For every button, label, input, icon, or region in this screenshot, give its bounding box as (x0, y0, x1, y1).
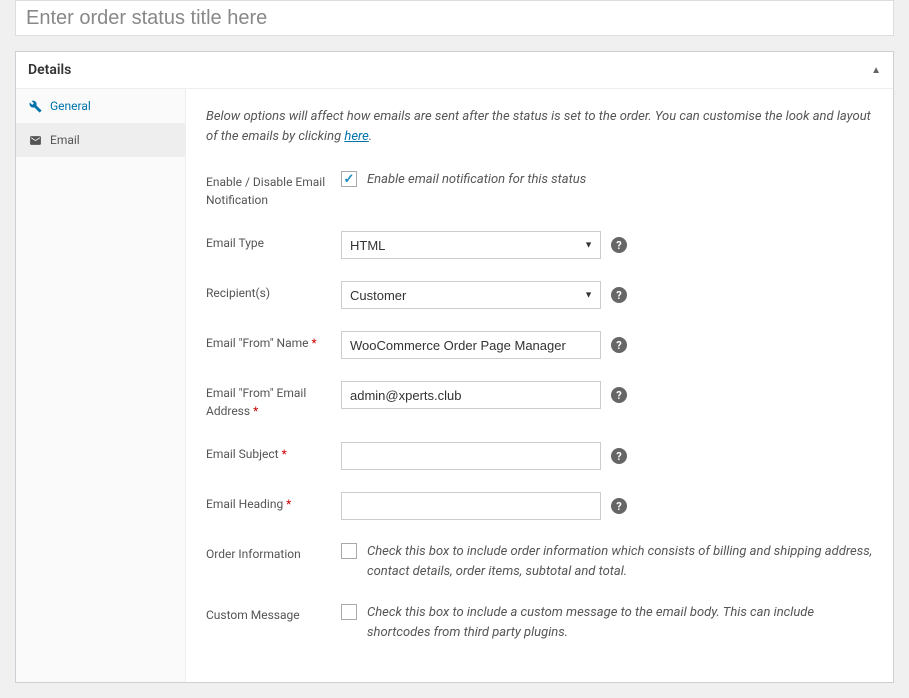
help-icon[interactable]: ? (611, 237, 627, 253)
field-label: Recipient(s) (206, 281, 331, 302)
sidebar-item-email[interactable]: Email (16, 123, 185, 157)
field-label: Email Type (206, 231, 331, 252)
enable-notification-checkbox[interactable] (341, 171, 357, 187)
checkbox-label: Enable email notification for this statu… (367, 170, 586, 190)
email-type-select[interactable]: HTML (341, 231, 601, 259)
customize-link[interactable]: here (344, 129, 368, 144)
required-marker: * (286, 497, 291, 511)
collapse-toggle-icon[interactable]: ▲ (871, 65, 881, 76)
field-from-name: Email "From" Name * ? (206, 331, 873, 359)
recipients-select[interactable]: Customer (341, 281, 601, 309)
checkbox-label: Check this box to include order informat… (367, 542, 873, 581)
help-icon[interactable]: ? (611, 337, 627, 353)
sidebar-item-label: Email (50, 133, 80, 147)
required-marker: * (253, 404, 258, 418)
panel-title: Details (28, 62, 71, 78)
field-custom-message: Custom Message Check this box to include… (206, 603, 873, 642)
custom-message-checkbox[interactable] (341, 604, 357, 620)
content-area: Below options will affect how emails are… (186, 89, 893, 682)
field-email-type: Email Type HTML ? (206, 231, 873, 259)
required-marker: * (312, 336, 317, 350)
section-description: Below options will affect how emails are… (206, 107, 873, 146)
email-heading-input[interactable] (341, 492, 601, 520)
help-icon[interactable]: ? (611, 287, 627, 303)
field-email-heading: Email Heading * ? (206, 492, 873, 520)
field-order-information: Order Information Check this box to incl… (206, 542, 873, 581)
details-panel: Details ▲ General Email Below options wi… (15, 51, 894, 683)
field-label: Order Information (206, 542, 331, 563)
from-name-input[interactable] (341, 331, 601, 359)
field-email-subject: Email Subject * ? (206, 442, 873, 470)
panel-body: General Email Below options will affect … (16, 89, 893, 682)
help-icon[interactable]: ? (611, 387, 627, 403)
help-icon[interactable]: ? (611, 448, 627, 464)
sidebar-item-general[interactable]: General (16, 89, 185, 123)
field-label: Enable / Disable Email Notification (206, 170, 331, 209)
sidebar-item-label: General (50, 99, 91, 113)
required-marker: * (282, 447, 287, 461)
wrench-icon (28, 99, 42, 113)
field-label: Email "From" Name * (206, 331, 331, 352)
checkbox-label: Check this box to include a custom messa… (367, 603, 873, 642)
field-recipients: Recipient(s) Customer ? (206, 281, 873, 309)
email-subject-input[interactable] (341, 442, 601, 470)
field-label: Email "From" Email Address * (206, 381, 331, 420)
help-icon[interactable]: ? (611, 498, 627, 514)
field-label: Email Subject * (206, 442, 331, 463)
order-status-title-input[interactable] (15, 0, 894, 36)
email-icon (28, 133, 42, 147)
field-label: Custom Message (206, 603, 331, 624)
from-email-input[interactable] (341, 381, 601, 409)
field-label: Email Heading * (206, 492, 331, 513)
sidebar: General Email (16, 89, 186, 682)
field-from-email: Email "From" Email Address * ? (206, 381, 873, 420)
order-information-checkbox[interactable] (341, 543, 357, 559)
panel-header: Details ▲ (16, 52, 893, 89)
field-enable-notification: Enable / Disable Email Notification Enab… (206, 170, 873, 209)
